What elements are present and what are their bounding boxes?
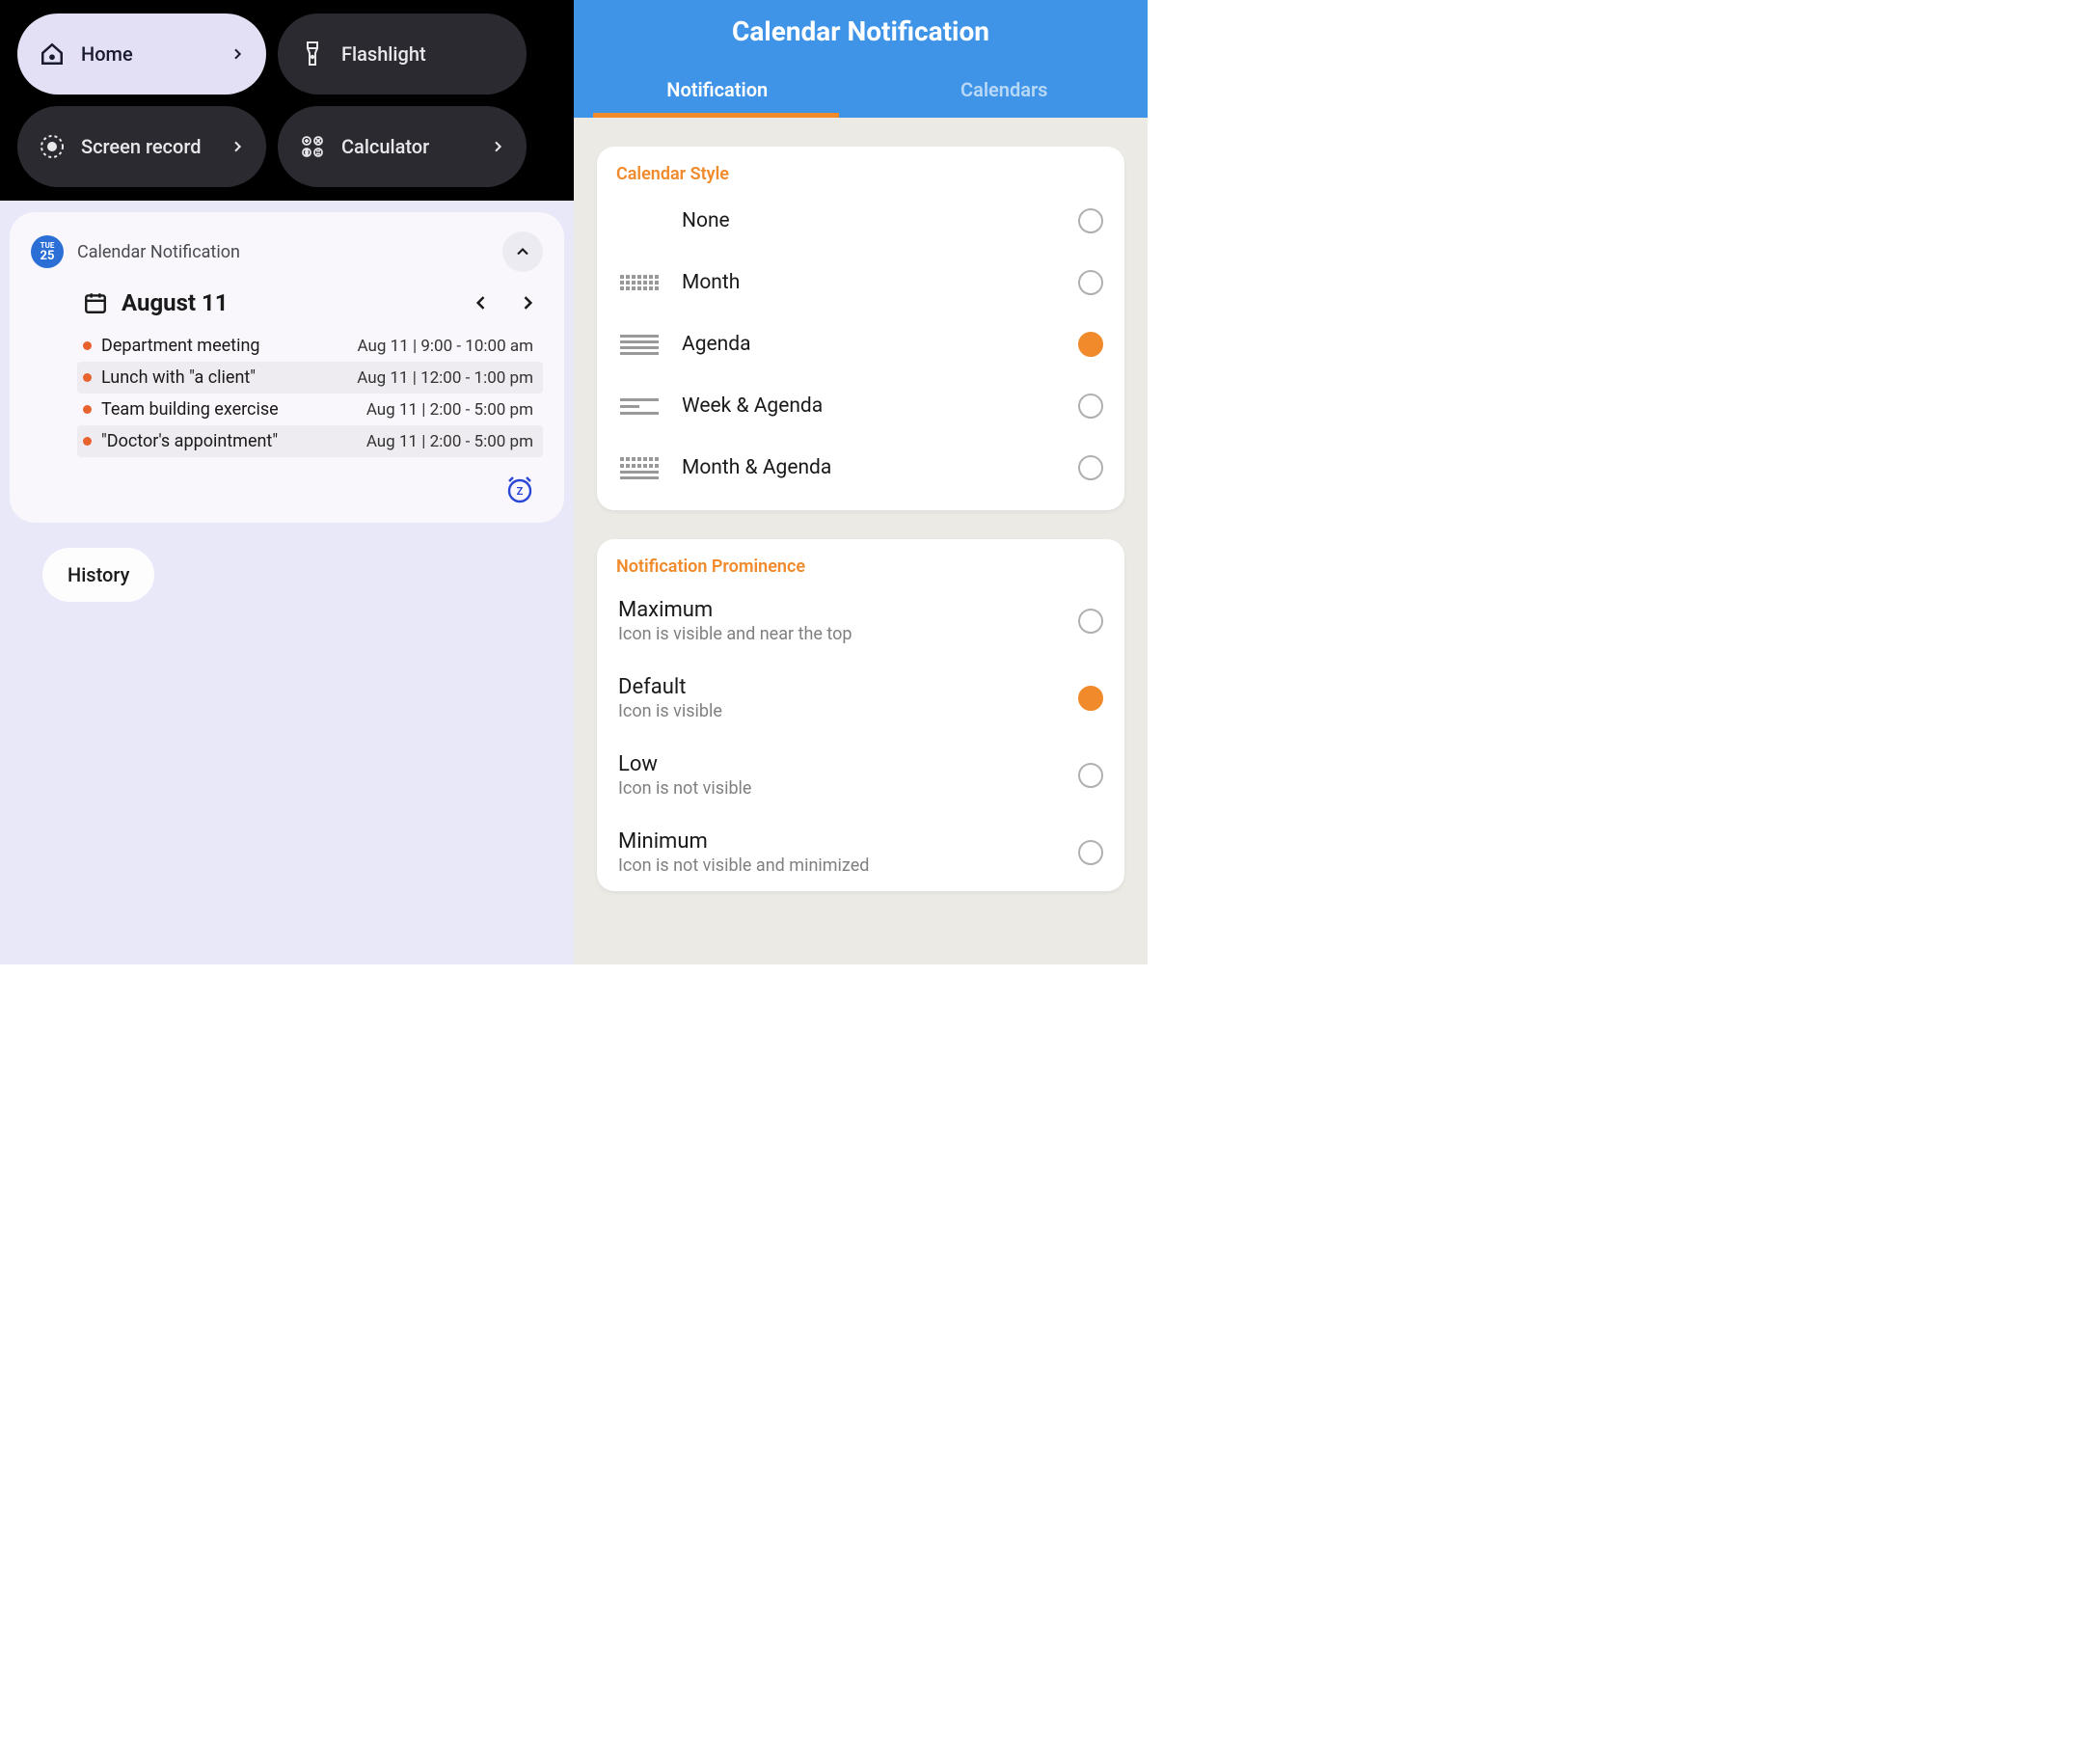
radio-button[interactable] [1078,208,1103,233]
section-title: Calendar Style [616,164,1105,184]
calendar-icon [83,290,108,315]
snooze-icon[interactable]: Z [504,475,535,505]
radio-button[interactable] [1078,686,1103,711]
prev-day-button[interactable] [472,293,491,312]
event-time: Aug 11 | 2:00 - 5:00 pm [366,432,533,451]
screen-record-icon [39,133,66,160]
month-icon [618,269,661,296]
event-title: Lunch with "a client" [101,367,256,388]
option-label: Month [682,271,740,294]
shortcut-label: Flashlight [341,42,426,66]
month-agenda-icon [618,454,661,481]
collapse-button[interactable] [502,231,543,272]
event-title: "Doctor's appointment" [101,431,278,451]
option-subtitle: Icon is not visible [618,778,1078,799]
radio-button[interactable] [1078,609,1103,634]
prominence-option[interactable]: Minimum Icon is not visible and minimize… [616,814,1105,891]
prominence-option[interactable]: Low Icon is not visible [616,737,1105,814]
prominence-option[interactable]: Default Icon is visible [616,660,1105,737]
event-time: Aug 11 | 12:00 - 1:00 pm [357,368,533,388]
style-option[interactable]: None [616,190,1105,252]
event-dot-icon [83,405,92,414]
option-subtitle: Icon is not visible and minimized [618,855,1078,876]
event-row[interactable]: Department meeting Aug 11 | 9:00 - 10:00… [77,330,543,362]
event-dot-icon [83,341,92,350]
event-row[interactable]: Team building exercise Aug 11 | 2:00 - 5… [77,394,543,425]
style-option[interactable]: Week & Agenda [616,375,1105,437]
none-icon [618,207,661,234]
flashlight-icon [299,41,326,68]
event-dot-icon [83,373,92,382]
option-subtitle: Icon is visible and near the top [618,624,1078,644]
event-title: Team building exercise [101,399,279,420]
next-day-button[interactable] [518,293,537,312]
calendar-notification-card[interactable]: TUE 25 Calendar Notification August 11 [10,212,564,523]
option-label: Week & Agenda [682,394,823,418]
settings-header: Calendar Notification Notification Calen… [574,0,1148,118]
shortcut-label: Calculator [341,135,429,158]
event-row[interactable]: "Doctor's appointment" Aug 11 | 2:00 - 5… [77,425,543,457]
shortcut-flashlight[interactable]: Flashlight [278,14,527,95]
event-row[interactable]: Lunch with "a client" Aug 11 | 12:00 - 1… [77,362,543,394]
option-label: Default [618,675,1078,699]
shortcut-label: Home [81,42,133,66]
svg-text:Z: Z [517,485,524,498]
radio-button[interactable] [1078,394,1103,419]
notification-app-title: Calendar Notification [77,242,240,262]
option-label: Low [618,752,1078,776]
chevron-right-icon [490,139,505,154]
radio-button[interactable] [1078,270,1103,295]
event-time: Aug 11 | 9:00 - 10:00 am [358,337,533,356]
quick-shortcuts: Home Flashlight Screen record [0,0,574,201]
chevron-right-icon [230,46,245,62]
event-title: Department meeting [101,336,260,356]
shortcut-home[interactable]: Home [17,14,266,95]
option-label: Agenda [682,333,751,356]
style-option[interactable]: Month & Agenda [616,437,1105,499]
shortcut-screen-record[interactable]: Screen record [17,106,266,187]
style-option[interactable]: Month [616,252,1105,313]
week-agenda-icon [618,393,661,420]
prominence-section: Notification Prominence Maximum Icon is … [597,539,1124,891]
style-option[interactable]: Agenda [616,313,1105,375]
section-title: Notification Prominence [616,556,1105,577]
shortcut-calculator[interactable]: Calculator [278,106,527,187]
home-icon [39,41,66,68]
tab-notification[interactable]: Notification [574,68,861,113]
date-title: August 11 [122,289,229,316]
radio-button[interactable] [1078,455,1103,480]
tab-calendars[interactable]: Calendars [861,68,1149,113]
option-label: Maximum [618,598,1078,622]
option-subtitle: Icon is visible [618,701,1078,721]
history-button[interactable]: History [42,548,154,602]
radio-button[interactable] [1078,840,1103,865]
prominence-option[interactable]: Maximum Icon is visible and near the top [616,583,1105,660]
app-badge-icon: TUE 25 [31,235,64,268]
chevron-right-icon [230,139,245,154]
events-list: Department meeting Aug 11 | 9:00 - 10:00… [31,330,543,457]
event-time: Aug 11 | 2:00 - 5:00 pm [366,400,533,420]
option-label: Month & Agenda [682,456,831,479]
radio-button[interactable] [1078,763,1103,788]
calculator-icon [299,133,326,160]
page-title: Calendar Notification [574,10,1148,68]
radio-button[interactable] [1078,332,1103,357]
event-dot-icon [83,437,92,446]
shortcut-label: Screen record [81,135,202,158]
option-label: None [682,209,730,232]
calendar-style-section: Calendar Style None Month Agenda Week & … [597,147,1124,510]
agenda-icon [618,331,661,358]
option-label: Minimum [618,829,1078,854]
